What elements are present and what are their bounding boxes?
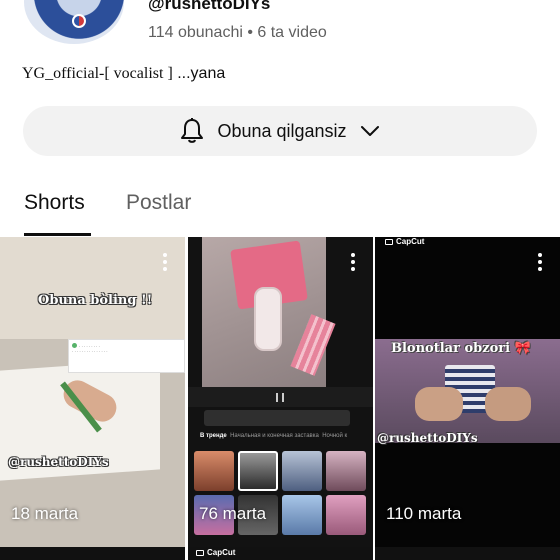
- tab-postlar[interactable]: Postlar: [126, 191, 191, 215]
- active-tab-indicator: [24, 233, 91, 236]
- short-view-count: 76 marta: [199, 504, 267, 523]
- channel-tabs: Shorts Postlar: [0, 180, 560, 236]
- short-card[interactable]: · · · · · · · · · · · · · · · · · · · · ·…: [0, 237, 185, 547]
- editor-search-bar: [204, 410, 350, 426]
- capcut-label: CapCut: [207, 548, 236, 557]
- shorts-grid: · · · · · · · · · · · · · · · · · · · · ·…: [0, 237, 560, 560]
- capcut-badge: CapCut: [196, 548, 235, 557]
- short-thumbnail-photo: [202, 237, 336, 387]
- capcut-label: CapCut: [396, 237, 425, 246]
- short-card[interactable]: В тренде Начальная и конечная заставка Н…: [188, 237, 373, 547]
- description-text: YG_official-[ vocalist ]: [22, 65, 173, 82]
- editor-tab: Ночной к: [322, 433, 348, 439]
- short-card[interactable]: CapCut Blonotlar obzori 🎀 @rushettoDIYs …: [375, 237, 560, 547]
- more-options-icon[interactable]: [155, 251, 175, 273]
- editor-tabs: В тренде Начальная и конечная заставка Н…: [200, 433, 347, 439]
- pens-image: [290, 314, 336, 376]
- bottle-image: [254, 287, 282, 351]
- short-card[interactable]: [375, 547, 560, 560]
- description-more-link[interactable]: ...yana: [173, 65, 225, 82]
- subscribed-button[interactable]: Obuna qilgansiz: [23, 106, 537, 156]
- capcut-icon: [196, 549, 204, 556]
- editor-tab: В тренде: [200, 433, 227, 439]
- chevron-down-icon: [359, 124, 381, 138]
- bow-icon: 🎀: [514, 341, 531, 356]
- more-options-icon[interactable]: [530, 251, 550, 273]
- short-card[interactable]: [0, 547, 185, 560]
- channel-handle: @rushettoDIYs: [148, 0, 271, 13]
- channel-description[interactable]: YG_official-[ vocalist ] ...yana: [22, 65, 225, 83]
- channel-avatar[interactable]: [24, 0, 124, 44]
- hand-image: [485, 387, 531, 421]
- short-overlay-title: Obuna bòling !!: [38, 293, 153, 308]
- short-view-count: 110 marta: [386, 504, 462, 523]
- capcut-badge: CapCut: [385, 237, 424, 246]
- short-card[interactable]: CapCut: [188, 547, 373, 560]
- editor-toolbar: [188, 387, 373, 407]
- bell-icon: [179, 117, 205, 145]
- short-overlay-title-text: Blonotlar obzori: [391, 341, 511, 356]
- pause-icon: [276, 393, 284, 402]
- channel-stats: 114 obunachi • 6 ta video: [148, 24, 327, 41]
- editor-tab: Начальная и конечная заставка: [230, 433, 319, 439]
- next-shorts-row: CapCut: [0, 547, 560, 560]
- subscribed-label: Obuna qilgansiz: [217, 120, 347, 141]
- comment-screenshot: · · · · · · · · · · · · · · · · · · · · ·…: [68, 339, 185, 373]
- short-overlay-title: Blonotlar obzori 🎀: [391, 341, 531, 356]
- short-watermark: @rushettoDIYs: [8, 455, 109, 469]
- hand-image: [415, 387, 463, 421]
- tab-shorts[interactable]: Shorts: [24, 191, 85, 215]
- short-watermark: @rushettoDIYs: [377, 431, 478, 445]
- flag-icon: [72, 14, 86, 28]
- short-view-count: 18 marta: [11, 504, 79, 523]
- capcut-icon: [385, 238, 393, 245]
- more-options-icon[interactable]: [343, 251, 363, 273]
